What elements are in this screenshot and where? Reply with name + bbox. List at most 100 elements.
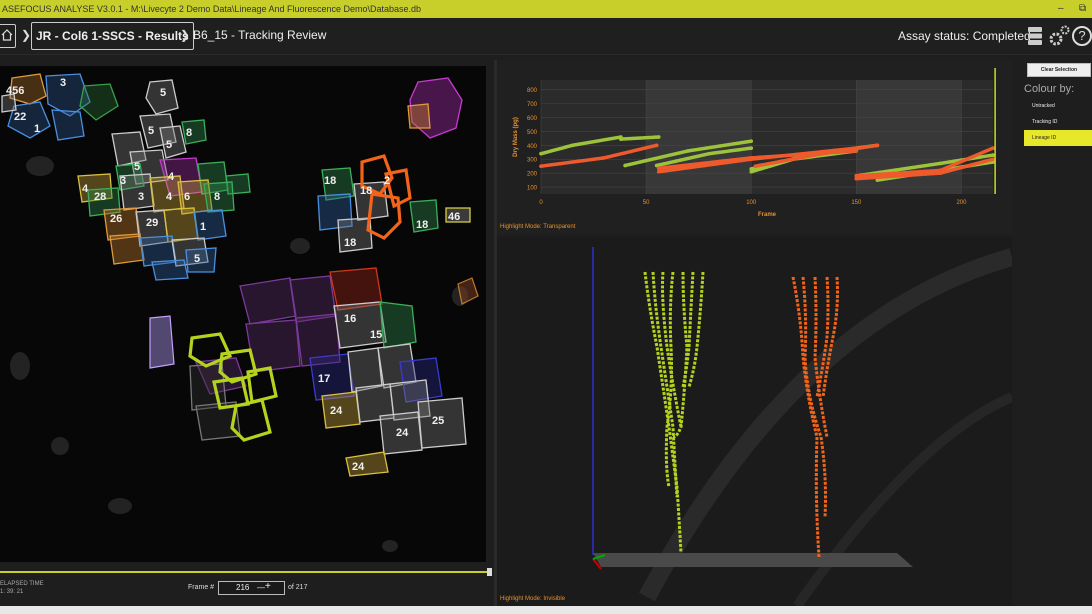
cell-label: 4	[168, 171, 175, 183]
minimize-button[interactable]: –	[1058, 0, 1064, 18]
y-tick-label: 200	[527, 172, 538, 178]
cell-label: 8	[186, 127, 192, 139]
x-tick-label: 0	[539, 200, 543, 206]
cell-label: 18	[344, 237, 356, 249]
data-point	[570, 143, 575, 148]
data-point	[619, 137, 623, 141]
cell-label: 6	[184, 191, 190, 203]
cell-label: 3	[138, 191, 144, 203]
data-point	[854, 176, 859, 181]
restore-button[interactable]: ⧉	[1079, 0, 1086, 18]
frame-increment-button[interactable]: +	[265, 581, 271, 593]
frame-decrement-button[interactable]: —	[257, 582, 265, 594]
breadcrumb-results[interactable]: JR - Col6 1-SSCS - Results	[31, 22, 194, 50]
colour-by-label: Colour by:	[1024, 83, 1075, 95]
lineage-3d-view[interactable]	[497, 237, 1012, 606]
home-icon	[1, 29, 13, 41]
cell-label: 1	[200, 221, 206, 233]
data-point	[623, 163, 627, 168]
settings-gear-icon[interactable]	[1047, 24, 1071, 48]
3d-highlight-value[interactable]: Invisible	[543, 596, 565, 602]
cell-label: 4	[166, 191, 173, 203]
data-point	[938, 171, 943, 175]
y-tick-label: 100	[527, 186, 538, 192]
assay-status: Assay status: Completed	[898, 29, 1031, 43]
colour-option-lineage-id[interactable]: Lineage ID	[1024, 130, 1092, 146]
cell-label: 2	[384, 175, 390, 187]
y-tick-label: 800	[527, 88, 538, 94]
plot-band	[646, 80, 752, 194]
cell-overlay-canvas[interactable]: 456 5 3 22 1 5 5 8 5 4 3 4 28 26 3 4 29 …	[0, 66, 486, 562]
clear-selection-button[interactable]: Clear Selection	[1027, 63, 1091, 77]
data-point	[875, 143, 880, 148]
scrubber-handle[interactable]	[487, 568, 492, 576]
cell-label: 3	[60, 77, 66, 89]
cell-label: 5	[194, 253, 200, 265]
y-tick-label: 600	[527, 116, 538, 122]
data-point	[749, 169, 754, 174]
elapsed-time-label: ELAPSED TIME	[0, 581, 44, 587]
chart-highlight-mode: Highlight Mode: Transparent	[500, 224, 575, 230]
x-tick-label: 150	[851, 200, 862, 206]
cell-label: 24	[352, 461, 365, 473]
cell-label: 1	[34, 123, 40, 135]
y-tick-label: 500	[527, 130, 538, 136]
chart-highlight-value[interactable]: Transparent	[543, 224, 575, 230]
data-point	[991, 157, 995, 162]
data-point	[602, 156, 606, 160]
cell-image-view[interactable]: 456 5 3 22 1 5 5 8 5 4 3 4 28 26 3 4 29 …	[0, 66, 486, 562]
cell-label: 25	[432, 415, 444, 427]
orange-lineage-tree[interactable]	[791, 276, 839, 558]
cell-label: 24	[396, 427, 409, 439]
y-tick-label: 400	[527, 144, 538, 150]
cell-label: 5	[160, 87, 166, 99]
cell-label: 18	[324, 175, 336, 187]
data-point	[539, 151, 543, 156]
cell-label: 5	[134, 161, 140, 173]
title-bar: ASEFOCUS ANALYSE V3.0.1 - M:\Livecyte 2 …	[0, 0, 1092, 18]
cell-label: 17	[318, 373, 330, 385]
y-tick-label: 300	[527, 158, 538, 164]
cell-label: 456	[6, 85, 24, 97]
x-tick-label: 100	[746, 200, 757, 206]
colour-option-tracking-id[interactable]: Tracking ID	[1024, 114, 1092, 130]
x-axis-label: Frame	[758, 212, 777, 218]
data-point	[656, 135, 661, 139]
cell-label: 15	[370, 329, 382, 341]
3d-highlight-label: Highlight Mode:	[500, 596, 542, 602]
colour-option-untracked[interactable]: Untracked	[1024, 98, 1092, 114]
data-point	[539, 164, 543, 168]
help-icon[interactable]: ?	[1072, 26, 1092, 46]
frame-number-input[interactable]: 216	[236, 582, 249, 594]
series-0-track	[619, 135, 661, 141]
navigation-bar: ❯ JR - Col6 1-SSCS - Results ❯ B6_15 - T…	[0, 18, 1092, 55]
cell-label: 18	[416, 219, 428, 231]
data-point	[938, 161, 943, 166]
elapsed-time-value: 1: 39: 21	[0, 589, 24, 595]
dry-mass-chart-pane[interactable]: 100 200 300 400 500 600 700 800 0 50 100 150 200 Fram…	[497, 60, 1012, 234]
y-axis-label: Dry Mass (pg)	[513, 117, 519, 157]
x-tick-label: 200	[956, 200, 967, 206]
frame-stepper[interactable]: 216 — +	[218, 581, 285, 595]
dry-mass-chart[interactable]: 100 200 300 400 500 600 700 800 0 50 100 150 200 Fram…	[497, 60, 1012, 234]
data-point	[707, 151, 711, 156]
data-point	[654, 143, 659, 148]
database-icon[interactable]	[1028, 27, 1042, 45]
breadcrumb-chevron-icon: ❯	[21, 28, 32, 42]
data-point	[749, 156, 754, 160]
data-point	[991, 153, 995, 157]
elapsed-time: ELAPSED TIME 1: 39: 21	[0, 580, 44, 596]
breadcrumb-tracking-review[interactable]: B6_15 - Tracking Review	[193, 28, 326, 42]
breadcrumb-chevron-icon: ❯	[180, 28, 191, 42]
cell-label: 16	[344, 313, 356, 325]
data-point	[991, 146, 995, 150]
window-title: ASEFOCUS ANALYSE V3.0.1 - M:\Livecyte 2 …	[2, 4, 422, 14]
cell-label: 26	[110, 213, 122, 225]
home-button[interactable]	[0, 24, 16, 48]
data-point	[753, 164, 758, 168]
cell-label: 5	[148, 125, 154, 137]
frame-scrubber[interactable]	[0, 568, 492, 576]
data-point	[686, 149, 690, 153]
data-point	[749, 139, 754, 143]
lineage-3d-canvas[interactable]	[497, 237, 1012, 606]
